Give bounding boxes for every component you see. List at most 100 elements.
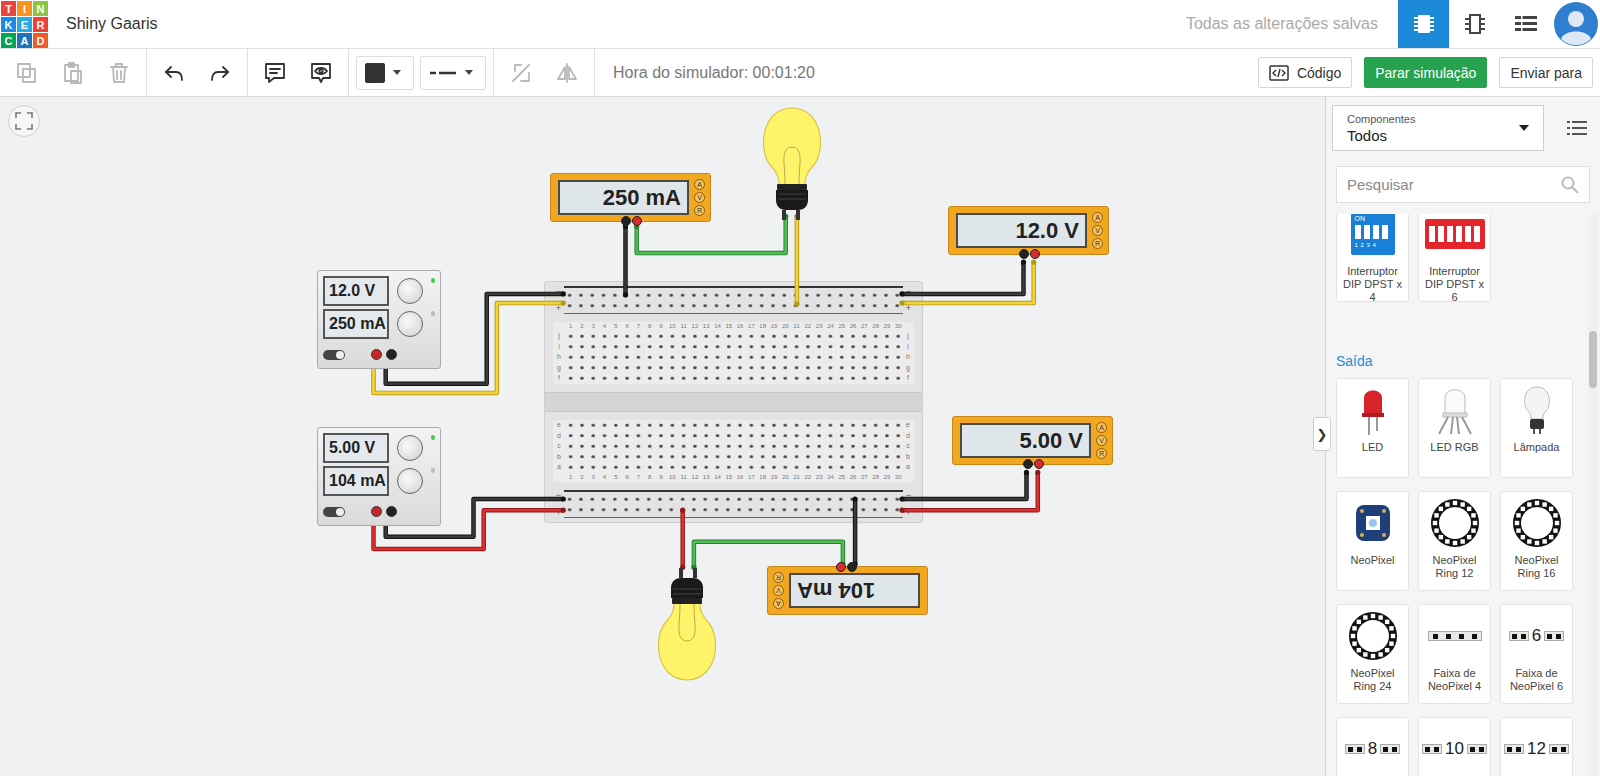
mode-button[interactable]: A xyxy=(694,179,705,190)
component-card[interactable]: NeoPixel Ring 24 xyxy=(1336,604,1409,704)
breadboard[interactable]: −+−+123456789101112131415161718192021222… xyxy=(544,281,923,523)
mode-button[interactable]: R xyxy=(1096,448,1107,459)
probe-socket[interactable] xyxy=(1023,459,1033,469)
view-button[interactable] xyxy=(1449,0,1500,48)
multimeter[interactable]: 250 mAAVR xyxy=(550,173,711,222)
wire[interactable] xyxy=(853,496,858,567)
dip-switch-icon: ON1 2 3 4 xyxy=(1351,214,1395,255)
mode-button[interactable]: V xyxy=(1096,435,1107,446)
mode-button[interactable]: A xyxy=(1096,422,1107,433)
wire[interactable] xyxy=(899,470,1029,502)
tool-dropdown[interactable] xyxy=(356,56,414,90)
current-knob[interactable] xyxy=(397,468,423,494)
tool-button[interactable] xyxy=(96,53,142,93)
probe-socket[interactable] xyxy=(1034,459,1044,469)
component-card[interactable]: Interruptor DIP DPST x 6 xyxy=(1418,214,1491,302)
components-filter[interactable]: ComponentesTodos xyxy=(1332,105,1544,151)
probe-socket[interactable] xyxy=(621,216,631,226)
multimeter[interactable]: 5.00 VAVR xyxy=(952,416,1113,465)
list-view-button[interactable] xyxy=(1562,113,1592,143)
line-style-icon xyxy=(429,68,457,78)
component-card[interactable]: Lâmpada xyxy=(1500,378,1573,478)
multimeter[interactable]: 104 mAAVR xyxy=(767,566,928,615)
component-card[interactable]: 8 xyxy=(1336,717,1409,776)
mode-button[interactable]: V xyxy=(773,585,784,596)
light-bulb[interactable] xyxy=(758,106,826,222)
logo-letter: N xyxy=(33,1,48,16)
component-card[interactable]: 6Faixa de NeoPixel 6 xyxy=(1500,604,1573,704)
positive-terminal[interactable] xyxy=(371,506,382,517)
wire[interactable] xyxy=(623,224,628,298)
light-bulb[interactable] xyxy=(653,566,721,682)
tool-button[interactable] xyxy=(50,53,96,93)
note-icon xyxy=(263,61,287,85)
tool-button[interactable] xyxy=(151,53,197,93)
mode-button[interactable]: V xyxy=(1092,225,1103,236)
component-card[interactable]: NeoPixel Ring 12 xyxy=(1418,491,1491,591)
collapse-panel-button[interactable]: ❯ xyxy=(1313,417,1331,451)
user-avatar[interactable] xyxy=(1551,0,1600,48)
toolbar-button[interactable]: Código xyxy=(1258,57,1352,88)
circuit-canvas[interactable]: −+−+123456789101112131415161718192021222… xyxy=(0,97,1325,776)
multimeter[interactable]: 12.0 VAVR xyxy=(948,206,1109,255)
voltage-knob[interactable] xyxy=(397,435,423,461)
tool-button[interactable] xyxy=(498,53,544,93)
positive-terminal[interactable] xyxy=(371,349,382,360)
mode-button[interactable]: V xyxy=(694,192,705,203)
tool-button[interactable] xyxy=(252,53,298,93)
current-knob[interactable] xyxy=(397,311,423,337)
search-field[interactable]: Pesquisar xyxy=(1336,166,1590,203)
probe-socket[interactable] xyxy=(847,562,857,572)
power-supply[interactable]: 5.00 V104 mA xyxy=(317,427,441,526)
toolbar-button[interactable]: Enviar para xyxy=(1499,57,1593,88)
probe-socket[interactable] xyxy=(1030,249,1040,259)
component-card[interactable]: Faixa de NeoPixel 4 xyxy=(1418,604,1491,704)
mode-button[interactable]: A xyxy=(1092,212,1103,223)
limit-indicator xyxy=(431,311,436,316)
wire[interactable] xyxy=(794,214,799,307)
wire[interactable] xyxy=(680,508,685,570)
voltage-knob[interactable] xyxy=(397,278,423,304)
fit-view-button[interactable] xyxy=(8,105,40,137)
wire[interactable] xyxy=(899,260,1026,297)
components-panel: ComponentesTodosPesquisarON1 2 3 4Interr… xyxy=(1325,97,1600,776)
component-card[interactable]: 12 xyxy=(1500,717,1573,776)
power-switch[interactable] xyxy=(323,350,345,360)
wire[interactable] xyxy=(899,470,1040,513)
view-button[interactable] xyxy=(1500,0,1551,48)
tool-button[interactable] xyxy=(197,53,243,93)
probe-socket[interactable] xyxy=(632,216,642,226)
color-swatch xyxy=(365,63,385,83)
design-title[interactable]: Shiny Gaaris xyxy=(66,15,158,33)
scrollbar[interactable] xyxy=(1588,214,1598,776)
wire[interactable] xyxy=(899,260,1036,306)
mode-button[interactable]: R xyxy=(773,572,784,583)
component-card[interactable]: NeoPixel Ring 16 xyxy=(1500,491,1573,591)
probe-socket[interactable] xyxy=(836,562,846,572)
mode-button[interactable]: A xyxy=(773,598,784,609)
tool-button[interactable] xyxy=(4,53,50,93)
mode-button[interactable]: R xyxy=(1092,238,1103,249)
component-card[interactable]: NeoPixel xyxy=(1336,491,1409,591)
negative-terminal[interactable] xyxy=(386,349,397,360)
paste-icon xyxy=(61,61,85,85)
code-icon xyxy=(1269,65,1289,81)
toolbar-button[interactable]: Parar simulação xyxy=(1364,57,1487,88)
tool-button[interactable] xyxy=(298,53,344,93)
power-switch[interactable] xyxy=(323,507,345,517)
power-supply[interactable]: 12.0 V250 mA xyxy=(317,270,441,369)
probe-socket[interactable] xyxy=(1019,249,1029,259)
dip-switch-icon xyxy=(1425,219,1485,249)
tool-button[interactable] xyxy=(544,53,590,93)
negative-terminal[interactable] xyxy=(386,506,397,517)
component-card[interactable]: ON1 2 3 4Interruptor DIP DPST x 4 xyxy=(1336,214,1409,302)
mode-button[interactable]: R xyxy=(694,205,705,216)
component-card[interactable]: 10 xyxy=(1418,717,1491,776)
view-button[interactable] xyxy=(1398,0,1449,48)
neopixel-strip-icon: 8 xyxy=(1345,739,1400,759)
component-card[interactable]: LED xyxy=(1336,378,1409,478)
tinkercad-logo[interactable]: TINKERCAD xyxy=(1,1,48,48)
tool-group xyxy=(494,49,595,96)
tool-dropdown[interactable] xyxy=(420,56,486,90)
component-card[interactable]: LED RGB xyxy=(1418,378,1491,478)
